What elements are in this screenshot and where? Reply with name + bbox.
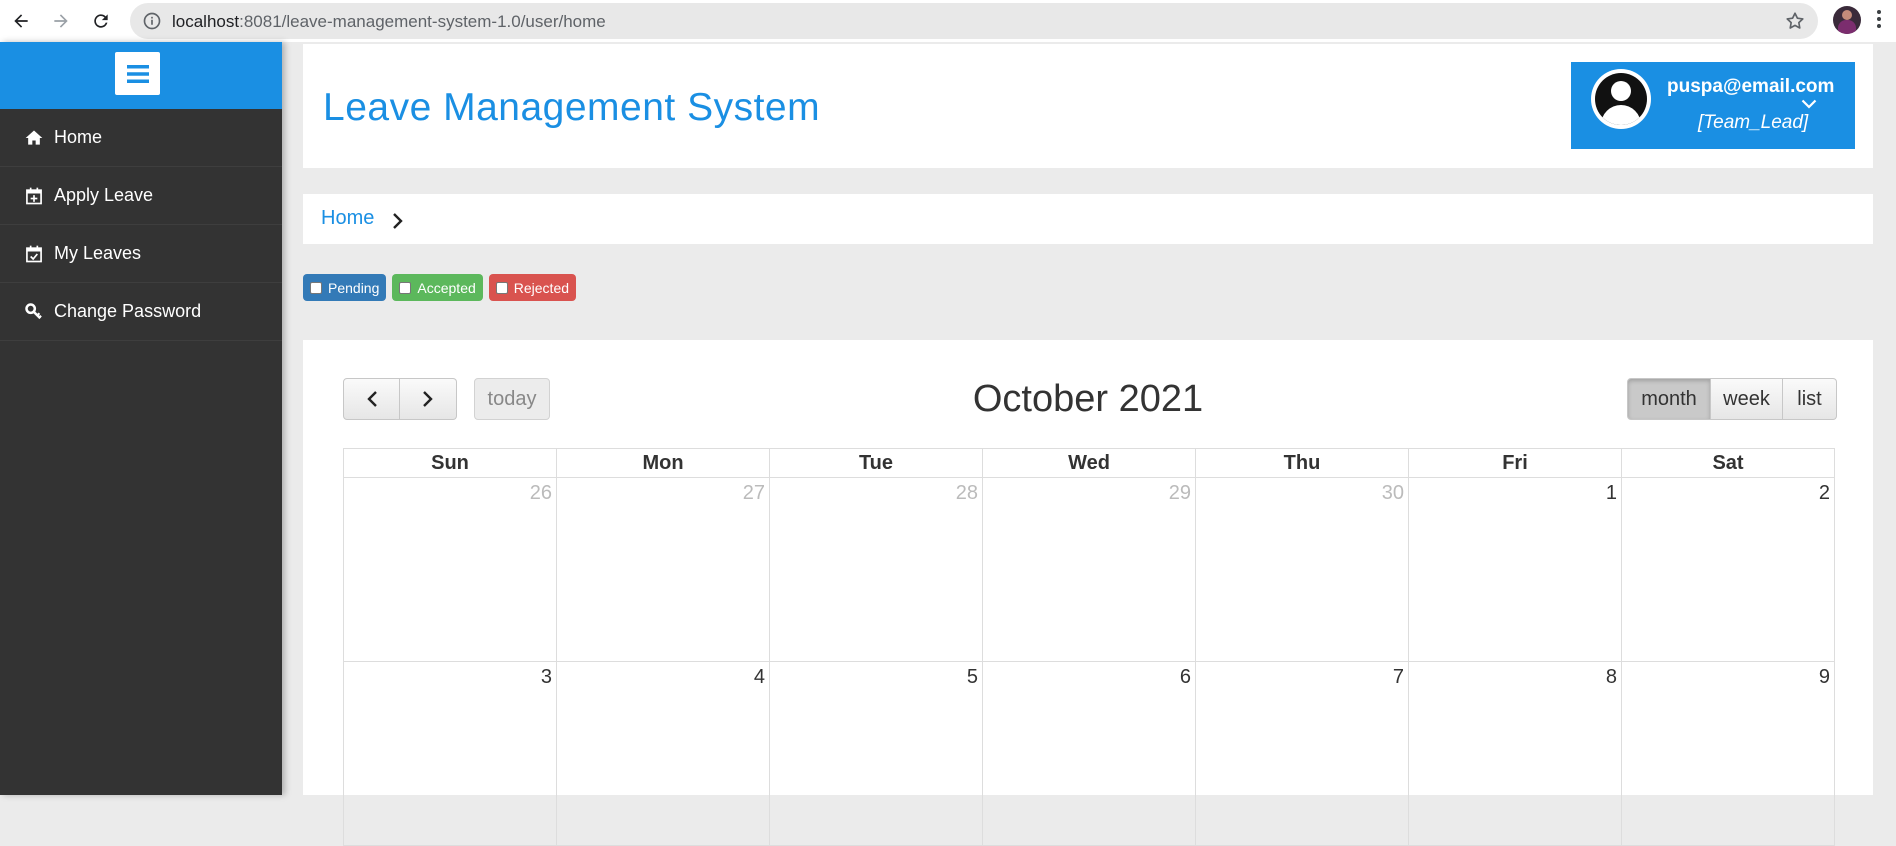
day-cell[interactable]: 26	[343, 477, 557, 662]
sidebar-item-label: My Leaves	[54, 243, 142, 263]
sidebar-item-home[interactable]: Home	[0, 109, 282, 167]
browser-toolbar: localhost:8081/leave-management-system-1…	[0, 0, 1896, 42]
day-cell[interactable]: 27	[556, 477, 770, 662]
key-icon	[24, 302, 44, 322]
view-list-button[interactable]: list	[1783, 378, 1837, 420]
chevron-right-icon	[393, 213, 403, 229]
sidebar-item-label: Apply Leave	[54, 185, 154, 205]
prev-month-button[interactable]	[343, 378, 400, 420]
sidebar-item-my-leaves[interactable]: My Leaves	[0, 225, 282, 283]
sidebar-item-label: Change Password	[54, 301, 202, 321]
calendar-plus-icon	[24, 186, 44, 206]
sidebar: Home Apply Leave My Leaves Change Passwo…	[0, 42, 282, 795]
day-cell[interactable]: 2	[1621, 477, 1835, 662]
weekday-header: Tue	[769, 448, 983, 478]
sidebar-header	[0, 42, 282, 109]
week-row: 26 27 28 29 30 1 2	[343, 477, 1835, 662]
view-week-button[interactable]: week	[1711, 378, 1783, 420]
back-icon[interactable]	[6, 6, 36, 36]
next-month-button[interactable]	[400, 378, 457, 420]
chevron-left-icon	[366, 391, 377, 407]
calendar-grid: Sun Mon Tue Wed Thu Fri Sat 26 27 28 29 …	[343, 448, 1835, 846]
forward-icon[interactable]	[46, 6, 76, 36]
filter-pending[interactable]: Pending	[303, 274, 387, 301]
day-cell[interactable]: 8	[1408, 661, 1622, 846]
user-email: puspa@email.com	[1667, 76, 1835, 97]
weekday-header: Sun	[343, 448, 557, 478]
today-button[interactable]: today	[474, 378, 550, 420]
calendar-check-icon	[24, 244, 44, 264]
day-cell[interactable]: 4	[556, 661, 770, 846]
rejected-checkbox[interactable]	[495, 281, 508, 294]
filter-rejected[interactable]: Rejected	[488, 274, 577, 301]
url-text: localhost:8081/leave-management-system-1…	[172, 12, 606, 31]
prev-next-group	[343, 378, 457, 420]
day-cell[interactable]: 6	[982, 661, 1196, 846]
info-icon[interactable]	[142, 11, 162, 31]
user-avatar-icon	[1591, 69, 1651, 129]
user-role: [Team_Lead]	[1698, 112, 1809, 133]
day-cell[interactable]: 5	[769, 661, 983, 846]
sidebar-item-apply-leave[interactable]: Apply Leave	[0, 167, 282, 225]
sidebar-item-label: Home	[54, 127, 103, 147]
filter-label: Accepted	[417, 279, 476, 296]
menu-toggle-button[interactable]	[115, 52, 160, 95]
user-menu[interactable]: puspa@email.com [Team_Lead]	[1571, 62, 1855, 149]
weekday-header: Thu	[1195, 448, 1409, 478]
day-cell[interactable]: 7	[1195, 661, 1409, 846]
breadcrumb-home-link[interactable]: Home	[321, 207, 374, 230]
day-cell[interactable]: 1	[1408, 477, 1622, 662]
view-switcher: month week list	[1627, 378, 1837, 420]
address-bar[interactable]: localhost:8081/leave-management-system-1…	[130, 3, 1818, 39]
view-month-button[interactable]: month	[1627, 378, 1711, 420]
page-header: Leave Management System puspa@email.com …	[303, 44, 1873, 168]
week-row: 3 4 5 6 7 8 9	[343, 661, 1835, 846]
profile-avatar[interactable]	[1833, 6, 1861, 34]
weekday-header: Wed	[982, 448, 1196, 478]
filter-label: Pending	[328, 279, 380, 296]
status-filters: Pending Accepted Rejected	[303, 274, 577, 303]
chevron-down-icon[interactable]	[1801, 98, 1817, 110]
reload-icon[interactable]	[86, 6, 116, 36]
filter-label: Rejected	[513, 279, 570, 296]
breadcrumb: Home	[303, 194, 1873, 244]
weekday-header-row: Sun Mon Tue Wed Thu Fri Sat	[343, 448, 1835, 478]
home-icon	[24, 128, 44, 148]
day-cell[interactable]: 30	[1195, 477, 1409, 662]
bookmark-star-icon[interactable]	[1784, 10, 1806, 32]
hamburger-icon	[126, 64, 149, 83]
weekday-header: Mon	[556, 448, 770, 478]
pending-checkbox[interactable]	[310, 281, 322, 294]
sidebar-menu: Home Apply Leave My Leaves Change Passwo…	[0, 109, 282, 341]
day-cell[interactable]: 3	[343, 661, 557, 846]
accepted-checkbox[interactable]	[399, 281, 412, 294]
chevron-right-icon	[423, 391, 433, 407]
day-cell[interactable]: 28	[769, 477, 983, 662]
weekday-header: Fri	[1408, 448, 1622, 478]
filter-accepted[interactable]: Accepted	[392, 274, 483, 301]
app-title: Leave Management System	[323, 86, 821, 129]
calendar-panel: October 2021 today month week list Sun M…	[303, 340, 1873, 846]
day-cell[interactable]: 29	[982, 477, 1196, 662]
sidebar-item-change-password[interactable]: Change Password	[0, 283, 282, 341]
weekday-header: Sat	[1621, 448, 1835, 478]
browser-menu-icon[interactable]	[1876, 8, 1882, 34]
day-cell[interactable]: 9	[1621, 661, 1835, 846]
